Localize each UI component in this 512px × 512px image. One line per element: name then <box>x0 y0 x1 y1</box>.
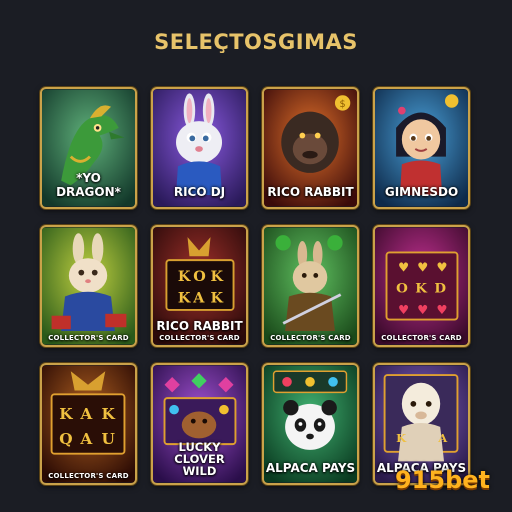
card-title: RICO RABBIT <box>156 319 243 333</box>
card-title: RICO RABBIT <box>267 185 354 199</box>
svg-text:K: K <box>101 405 115 423</box>
svg-text:O: O <box>193 268 206 285</box>
svg-text:K: K <box>415 281 428 297</box>
card-title: RICO DJ <box>173 185 226 199</box>
svg-text:K: K <box>59 405 73 423</box>
game-card-yo-dragon[interactable]: *YO DRAGON* <box>40 87 137 209</box>
svg-text:K: K <box>178 289 191 306</box>
game-grid: *YO DRAGON* RICO DJ $ RICO RABBIT GIMNES… <box>40 87 470 485</box>
svg-text:A: A <box>437 431 448 445</box>
game-card-lucky-clover-wild[interactable]: LUCKY CLOVER WILD <box>151 363 248 485</box>
card-title: GIMNESDO <box>384 185 459 199</box>
svg-text:♥: ♥ <box>417 260 428 275</box>
card-title-line2: WILD <box>182 464 217 478</box>
svg-text:♥: ♥ <box>417 302 428 317</box>
game-card-rico-rabbit[interactable]: $ RICO RABBIT <box>262 87 359 209</box>
card-subtitle: COLLECTOR'S CARD <box>381 334 462 342</box>
game-card-rico-rabbit-collector[interactable]: K O K K A K RICO RABBIT COLLECTOR'S CARD <box>151 225 248 347</box>
svg-text:D: D <box>434 281 446 297</box>
svg-text:K: K <box>211 268 224 285</box>
svg-text:U: U <box>101 430 115 448</box>
slot-letters-art: K A K Q A U <box>42 365 135 483</box>
svg-text:A: A <box>79 405 93 423</box>
svg-text:K: K <box>396 431 407 445</box>
svg-text:O: O <box>396 281 408 297</box>
svg-text:♥: ♥ <box>436 302 447 317</box>
svg-text:♥: ♥ <box>398 302 409 317</box>
svg-text:Q: Q <box>59 430 72 448</box>
game-card-rico-dj[interactable]: RICO DJ <box>151 87 248 209</box>
page-title: SELEÇTOSGIMAS <box>154 30 358 54</box>
game-card-collectors-letters[interactable]: K A K Q A U COLLECTOR'S CARD <box>40 363 137 485</box>
brand-watermark: 915bet <box>394 466 490 494</box>
card-subtitle: COLLECTOR'S CARD <box>48 334 129 342</box>
card-title: LUCKY CLOVER WILD <box>153 441 246 477</box>
card-title-line1: LUCKY CLOVER <box>174 440 225 466</box>
card-subtitle: COLLECTOR'S CARD <box>48 472 129 480</box>
game-card-collectors-hearts[interactable]: ♥ ♥ ♥ O K D ♥ ♥ ♥ COLLECTOR'S CARD <box>373 225 470 347</box>
card-title: ALPACA PAYS <box>265 461 356 475</box>
svg-text:K: K <box>211 289 224 306</box>
card-subtitle: COLLECTOR'S CARD <box>159 334 240 342</box>
svg-text:K: K <box>178 268 191 285</box>
rabbit-sword-art <box>264 227 357 345</box>
game-card-gimnesdo[interactable]: GIMNESDO <box>373 87 470 209</box>
rabbit-art <box>42 227 135 345</box>
card-title: *YO DRAGON* <box>56 171 121 199</box>
game-card-collectors-rabbit[interactable]: COLLECTOR'S CARD <box>40 225 137 347</box>
game-card-collectors-rabbit-sword[interactable]: COLLECTOR'S CARD <box>262 225 359 347</box>
card-subtitle: COLLECTOR'S CARD <box>270 334 351 342</box>
svg-text:A: A <box>79 430 93 448</box>
slot-hearts-art: ♥ ♥ ♥ O K D ♥ ♥ ♥ <box>375 227 468 345</box>
svg-text:♥: ♥ <box>398 260 409 275</box>
svg-text:♥: ♥ <box>436 260 447 275</box>
game-card-alpaca-pays-panda[interactable]: ALPACA PAYS <box>262 363 359 485</box>
svg-text:A: A <box>192 289 205 306</box>
svg-text:$: $ <box>340 99 346 110</box>
